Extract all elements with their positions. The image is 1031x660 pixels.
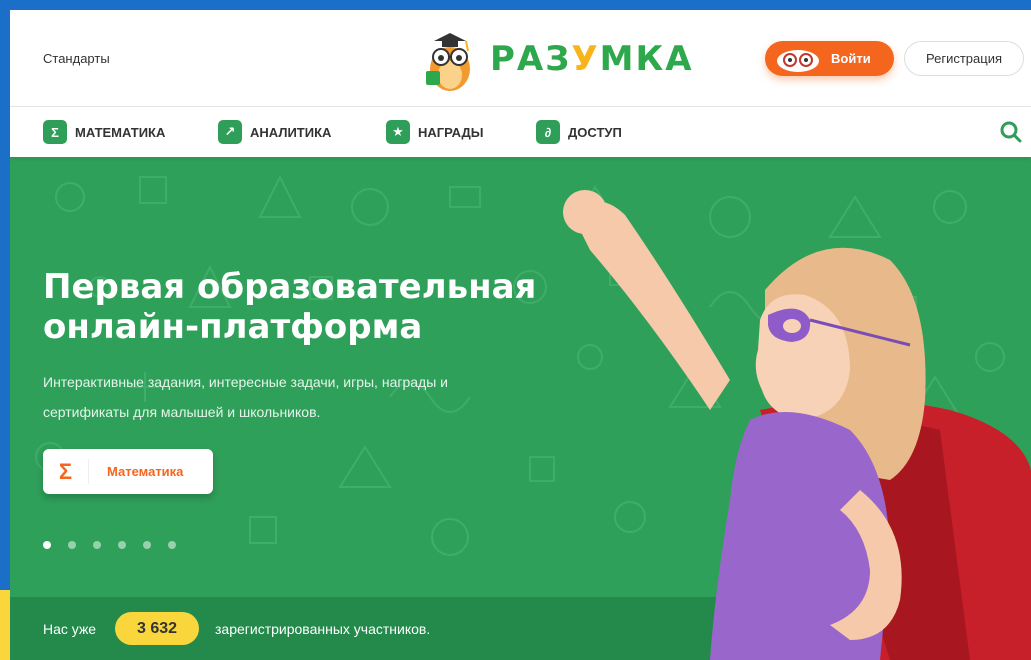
nav-item-awards[interactable]: ★ НАГРАДЫ: [386, 120, 484, 144]
site-logo[interactable]: РАЗУМКА: [420, 24, 694, 94]
access-icon: ∂: [536, 120, 560, 144]
site-header: Стандарты РАЗУМКА Войти Регистрация: [10, 10, 1031, 107]
page-frame: Стандарты РАЗУМКА Войти Регистрация Σ МА…: [10, 10, 1031, 660]
owl-mascot-icon: [426, 33, 470, 91]
register-button[interactable]: Регистрация: [904, 41, 1024, 76]
hero-title: Первая образовательная онлайн-платформа: [43, 267, 563, 347]
subject-label: Математика: [107, 464, 184, 479]
chart-icon: ↗: [218, 120, 242, 144]
nav-item-label: ДОСТУП: [568, 124, 622, 140]
slider-dot[interactable]: [43, 541, 51, 549]
login-button[interactable]: Войти: [765, 41, 894, 76]
slider-dot[interactable]: [143, 541, 151, 549]
main-nav: Σ МАТЕМАТИКА ↗ АНАЛИТИКА ★ НАГРАДЫ ∂ ДОС…: [10, 107, 1031, 157]
stats-prefix: Нас уже: [43, 621, 97, 637]
standards-link[interactable]: Стандарты: [43, 51, 110, 66]
participants-count-badge: 3 632: [115, 612, 199, 645]
star-icon: ★: [386, 120, 410, 144]
hero-title-line: Первая образовательная: [43, 267, 537, 307]
logo-wordmark: РАЗУМКА: [490, 39, 694, 79]
hero-title-line: онлайн-платформа: [43, 307, 423, 347]
slider-dot[interactable]: [118, 541, 126, 549]
owl-face-icon: [777, 49, 819, 72]
slider-dot[interactable]: [93, 541, 101, 549]
hero-subtitle: Интерактивные задания, интересные задачи…: [43, 367, 513, 427]
nav-item-analytics[interactable]: ↗ АНАЛИТИКА: [218, 120, 331, 144]
subject-math-button[interactable]: Σ Математика: [43, 449, 213, 494]
slider-dot[interactable]: [168, 541, 176, 549]
nav-item-label: НАГРАДЫ: [418, 124, 484, 140]
nav-item-label: АНАЛИТИКА: [250, 124, 332, 140]
sigma-icon: Σ: [43, 120, 67, 144]
sigma-icon: Σ: [43, 459, 89, 484]
hero-subtitle-line: сертификаты для малышей и школьников.: [43, 404, 321, 420]
slider-dot[interactable]: [68, 541, 76, 549]
stats-suffix: зарегистрированных участников.: [215, 621, 431, 637]
login-label: Войти: [831, 51, 871, 66]
nav-item-math[interactable]: Σ МАТЕМАТИКА: [43, 120, 165, 144]
slider-dots: [43, 541, 176, 549]
superhero-girl-illustration: [563, 190, 1031, 660]
hero-subtitle-line: Интерактивные задания, интересные задачи…: [43, 374, 448, 390]
nav-item-access[interactable]: ∂ ДОСТУП: [536, 120, 622, 144]
side-accent-bar: [0, 590, 10, 660]
nav-item-label: МАТЕМАТИКА: [75, 124, 166, 140]
search-icon[interactable]: [999, 120, 1023, 144]
